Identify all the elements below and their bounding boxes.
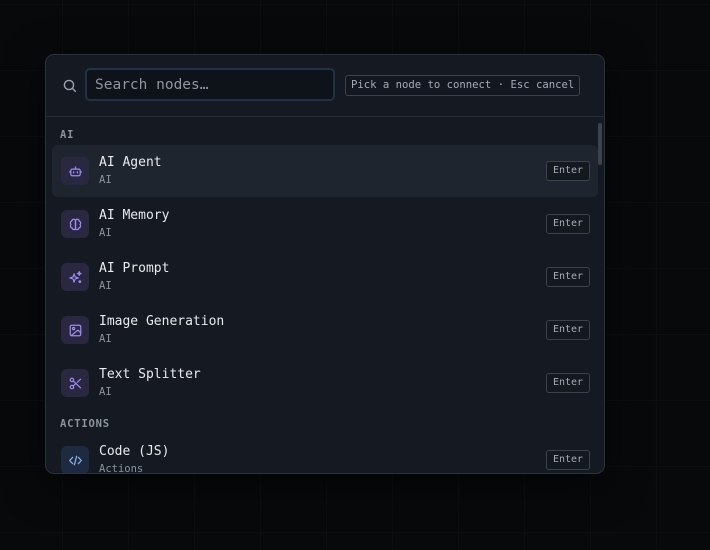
code-icon [61, 446, 89, 473]
scissors-icon [61, 369, 89, 397]
list-item-image-generation[interactable]: Image Generation AI Enter [52, 304, 598, 356]
item-category: AI [99, 280, 112, 292]
list-item-text-splitter[interactable]: Text Splitter AI Enter [52, 357, 598, 409]
item-category: AI [99, 333, 112, 345]
sparkles-icon [61, 263, 89, 291]
enter-shortcut-badge: Enter [546, 161, 590, 181]
robot-icon [61, 157, 89, 185]
item-title: AI Prompt [99, 261, 170, 276]
search-bar: Pick a node to connect · Esc cancel [46, 55, 604, 117]
item-category: AI [99, 386, 112, 398]
keyboard-hint: Pick a node to connect · Esc cancel [345, 75, 581, 96]
search-input[interactable] [85, 68, 335, 101]
item-title: AI Memory [99, 208, 170, 223]
brain-icon [61, 210, 89, 238]
group-header-actions: ACTIONS [60, 418, 110, 430]
item-title: Image Generation [99, 314, 225, 329]
enter-shortcut-badge: Enter [546, 450, 590, 470]
list-item-code-js[interactable]: Code (JS) Actions Enter [52, 434, 598, 473]
node-picker-dialog: Pick a node to connect · Esc cancel AI A… [45, 54, 605, 474]
scrollbar-thumb[interactable] [598, 123, 602, 165]
enter-shortcut-badge: Enter [546, 214, 590, 234]
enter-shortcut-badge: Enter [546, 320, 590, 340]
item-category: Actions [99, 463, 144, 473]
list-item-ai-prompt[interactable]: AI Prompt AI Enter [52, 251, 598, 303]
item-category: AI [99, 227, 112, 239]
list-item-ai-agent[interactable]: AI Agent AI Enter [52, 145, 598, 197]
item-category: AI [99, 174, 112, 186]
group-header-ai: AI [60, 129, 75, 141]
item-title: Text Splitter [99, 367, 201, 382]
list-item-ai-memory[interactable]: AI Memory AI Enter [52, 198, 598, 250]
item-title: Code (JS) [99, 444, 170, 459]
search-icon [62, 78, 78, 94]
enter-shortcut-badge: Enter [546, 373, 590, 393]
image-icon [61, 316, 89, 344]
enter-shortcut-badge: Enter [546, 267, 590, 287]
item-title: AI Agent [99, 155, 162, 170]
node-list[interactable]: AI AI Agent AI Enter AI Memory AI Enter … [46, 117, 604, 473]
